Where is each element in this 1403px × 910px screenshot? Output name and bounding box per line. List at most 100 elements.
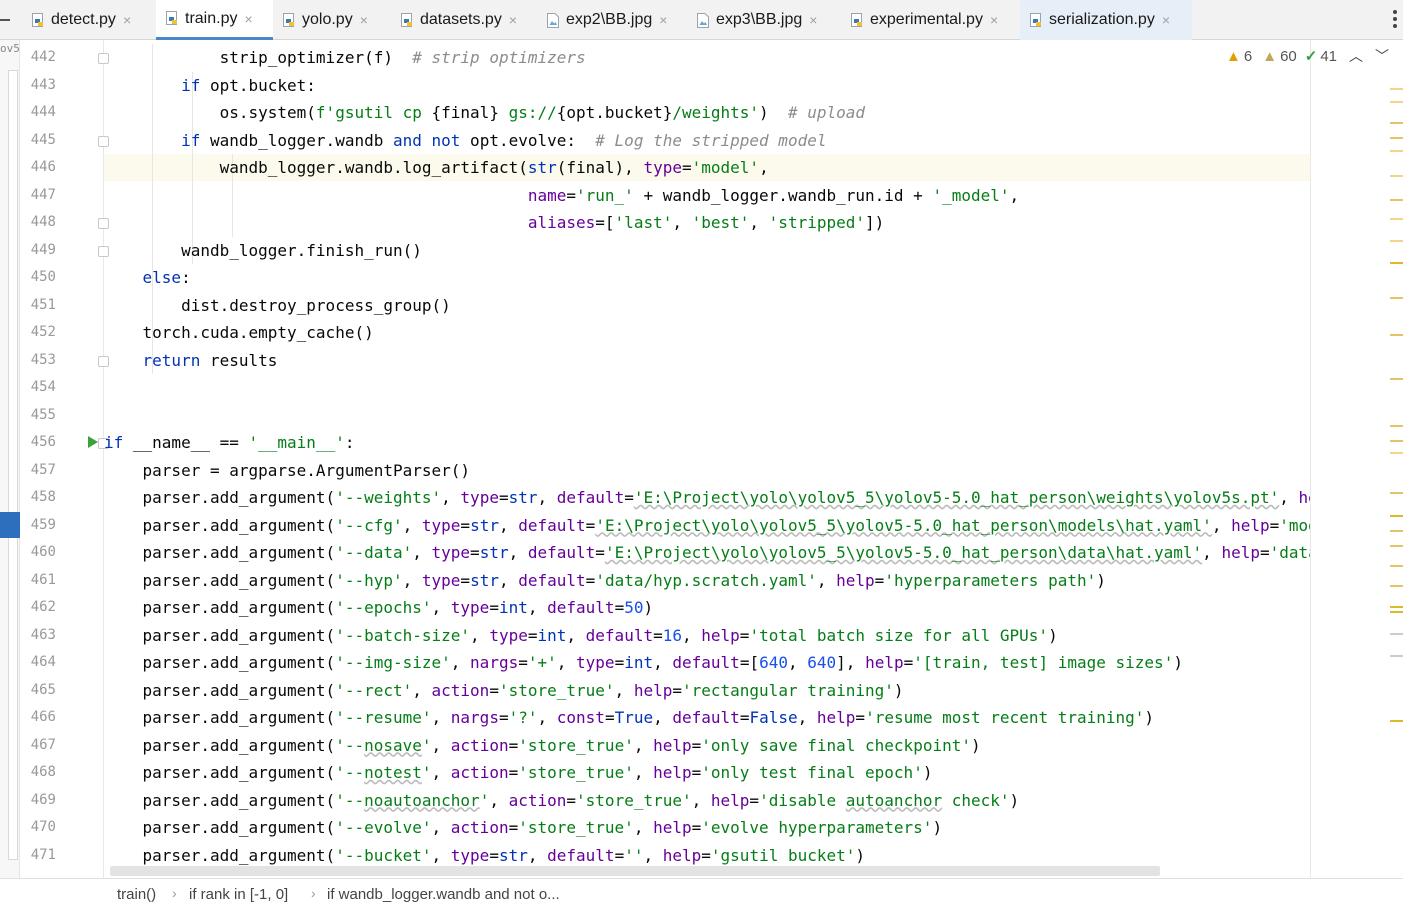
error-stripe-mark[interactable] <box>1390 440 1403 442</box>
error-stripe-mark[interactable] <box>1390 720 1403 722</box>
code-token: 'data/hyp.scratch.yaml' <box>595 570 817 590</box>
run-icon[interactable] <box>88 436 98 448</box>
close-icon[interactable]: × <box>659 12 667 28</box>
code-line[interactable]: torch.cuda.empty_cache() <box>104 319 374 346</box>
project-tool-label[interactable]: ov5 <box>0 42 20 55</box>
error-stripe-mark[interactable] <box>1390 606 1403 608</box>
error-stripe-mark[interactable] <box>1390 425 1403 427</box>
error-stripe-mark[interactable] <box>1390 150 1403 152</box>
close-icon[interactable]: × <box>360 12 368 28</box>
code-line[interactable]: os.system(f'gsutil cp {final} gs://{opt.… <box>104 99 865 126</box>
error-stripe-mark[interactable] <box>1390 101 1403 103</box>
code-editor[interactable]: strip_optimizer(f) # strip optimizers if… <box>104 40 1310 878</box>
code-line[interactable]: parser.add_argument('--bucket', type=str… <box>104 842 866 869</box>
error-stripe-mark[interactable] <box>1390 655 1403 657</box>
tab-4[interactable]: exp2\BB.jpg × <box>537 0 687 40</box>
horizontal-scrollbar[interactable] <box>110 866 1160 876</box>
error-stripe-mark[interactable] <box>1390 378 1403 380</box>
error-stripe-mark[interactable] <box>1390 633 1403 635</box>
code-line[interactable]: strip_optimizer(f) # strip optimizers <box>104 44 586 71</box>
error-stripe-mark[interactable] <box>1390 122 1403 124</box>
code-token: 'store_true' <box>576 790 692 810</box>
tab-6[interactable]: experimental.py × <box>841 0 1020 40</box>
code-token: str <box>470 515 499 535</box>
breadcrumb-item-function[interactable]: train() <box>117 886 156 903</box>
close-icon[interactable]: × <box>244 11 252 27</box>
tab-0[interactable]: detect.py × <box>22 0 156 40</box>
code-line[interactable]: parser.add_argument('--epochs', type=int… <box>104 594 654 621</box>
tab-2[interactable]: yolo.py × <box>273 0 391 40</box>
close-icon[interactable]: × <box>509 12 517 28</box>
tab-1[interactable]: train.py × <box>156 0 273 40</box>
error-stripe-mark[interactable] <box>1390 240 1403 242</box>
code-line[interactable]: else: <box>104 264 191 291</box>
code-line[interactable]: dist.destroy_process_group() <box>104 292 451 319</box>
code-line[interactable]: parser = argparse.ArgumentParser() <box>104 457 471 484</box>
error-stripe-mark[interactable] <box>1390 611 1403 613</box>
breadcrumb-item-if-rank[interactable]: if rank in [-1, 0] <box>189 886 288 903</box>
tab-7[interactable]: serialization.py × <box>1020 0 1192 40</box>
code-line[interactable]: return results <box>104 347 278 374</box>
bookmark-marker <box>0 512 20 538</box>
project-panel-scrollbar[interactable] <box>8 70 18 860</box>
code-token: parser = argparse.ArgumentParser() <box>104 460 471 480</box>
code-line[interactable]: name='run_' + wandb_logger.wandb_run.id … <box>104 182 1019 209</box>
code-token: type <box>643 158 682 177</box>
tab-3[interactable]: datasets.py × <box>391 0 537 40</box>
code-line[interactable]: parser.add_argument('--batch-size', type… <box>104 622 1058 649</box>
close-icon[interactable]: × <box>123 12 131 28</box>
error-stripe-mark[interactable] <box>1390 545 1403 547</box>
error-stripe-mark[interactable] <box>1390 262 1403 264</box>
error-stripe-mark[interactable] <box>1390 492 1403 494</box>
code-line[interactable]: parser.add_argument('--resume', nargs='?… <box>104 704 1155 731</box>
code-token: name <box>527 185 567 205</box>
error-stripe-margin[interactable] <box>1310 40 1403 878</box>
code-line[interactable]: if opt.bucket: <box>104 72 316 99</box>
error-stripe-mark[interactable] <box>1390 137 1403 139</box>
code-line[interactable]: parser.add_argument('--notest', action='… <box>104 759 933 786</box>
close-icon[interactable]: × <box>809 12 817 28</box>
code-line[interactable]: parser.add_argument('--img-size', nargs=… <box>104 649 1183 676</box>
error-stripe-mark[interactable] <box>1390 585 1403 587</box>
code-line[interactable]: wandb_logger.wandb.log_artifact(str(fina… <box>104 154 769 181</box>
error-stripe-mark[interactable] <box>1390 334 1403 336</box>
error-stripe-mark[interactable] <box>1390 175 1403 177</box>
error-stripe-mark[interactable] <box>1390 199 1403 201</box>
code-token: autoanchor <box>845 790 943 810</box>
code-line[interactable]: parser.add_argument('--cfg', type=str, d… <box>104 512 1310 539</box>
code-line[interactable]: if __name__ == '__main__': <box>104 429 354 456</box>
previous-highlight-icon[interactable]: ︿ <box>1349 46 1363 66</box>
error-stripe-mark[interactable] <box>1390 218 1403 220</box>
error-stripe-mark[interactable] <box>1390 530 1403 532</box>
error-stripe-mark[interactable] <box>1390 297 1403 299</box>
error-stripe-mark[interactable] <box>1390 88 1403 90</box>
code-line[interactable]: parser.add_argument('--evolve', action='… <box>104 814 943 841</box>
code-line[interactable]: parser.add_argument('--hyp', type=str, d… <box>104 567 1106 594</box>
code-line[interactable]: if wandb_logger.wandb and not opt.evolve… <box>104 127 826 154</box>
inspection-widget[interactable]: ▲ 6 ▲ 60 ✓ 41 ︿ ﹀ <box>1226 46 1389 66</box>
tab-5[interactable]: exp3\BB.jpg × <box>687 0 841 40</box>
collapse-icon[interactable] <box>0 19 10 21</box>
error-stripe-mark[interactable] <box>1390 565 1403 567</box>
line-number: 464 <box>30 654 56 670</box>
next-highlight-icon[interactable]: ﹀ <box>1375 46 1389 66</box>
error-stripe-mark[interactable] <box>1390 515 1403 517</box>
code-line[interactable]: parser.add_argument('--weights', type=st… <box>104 484 1310 511</box>
code-token: (final), <box>556 158 644 177</box>
close-icon[interactable]: × <box>990 12 998 28</box>
more-tabs-icon[interactable] <box>1393 10 1397 31</box>
code-line[interactable]: wandb_logger.finish_run() <box>104 237 422 264</box>
code-token: else <box>142 268 182 287</box>
error-stripe-mark[interactable] <box>1390 452 1403 454</box>
breadcrumb-item-if-wandb[interactable]: if wandb_logger.wandb and not o... <box>327 886 560 903</box>
code-token: help <box>662 845 702 865</box>
code-line[interactable]: parser.add_argument('--data', type=str, … <box>104 539 1310 566</box>
code-line[interactable]: aliases=['last', 'best', 'stripped']) <box>104 209 884 236</box>
code-line[interactable]: parser.add_argument('--rect', action='st… <box>104 677 904 704</box>
code-token: , <box>412 543 432 562</box>
tab-label: train.py <box>185 9 238 27</box>
code-line[interactable]: parser.add_argument('--noautoanchor', ac… <box>104 787 1020 814</box>
code-token: = <box>672 680 682 700</box>
code-line[interactable]: parser.add_argument('--nosave', action='… <box>104 732 981 759</box>
close-icon[interactable]: × <box>1162 12 1170 28</box>
